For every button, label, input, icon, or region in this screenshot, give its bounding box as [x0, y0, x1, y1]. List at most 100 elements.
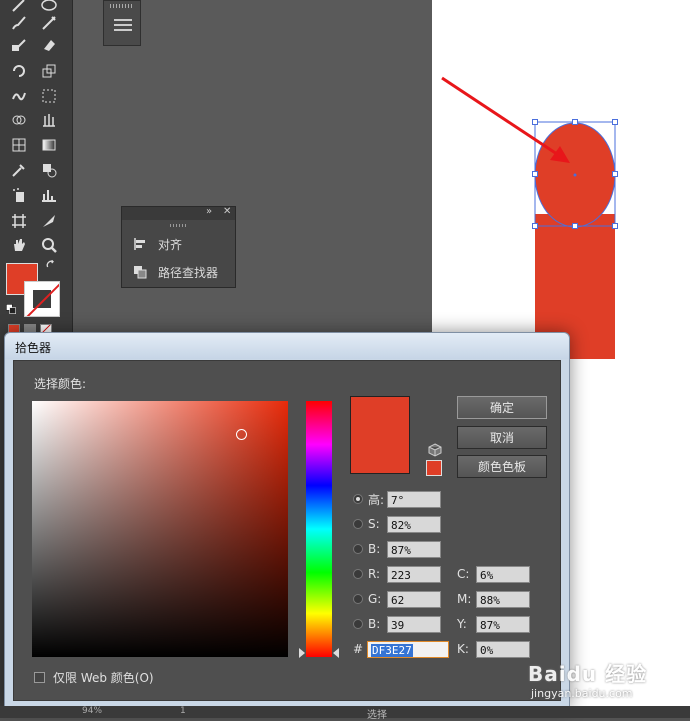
blob-brush-icon [12, 39, 26, 51]
panel-item-pathfinder[interactable]: 路径查找器 [132, 263, 218, 281]
watermark-url: jingyan.baidu.com [531, 687, 633, 700]
eyedropper-tool[interactable] [8, 159, 30, 181]
blob-brush-tool[interactable] [8, 34, 30, 56]
slice-icon [43, 215, 55, 227]
hue-slider-handle-left[interactable] [299, 648, 305, 658]
rotate-tool[interactable] [8, 60, 30, 82]
rotate-icon [13, 65, 25, 77]
panel-item-label: 对齐 [158, 237, 183, 252]
hue-radio[interactable] [353, 494, 363, 504]
perspective-grid-tool[interactable] [38, 109, 60, 131]
eraser-tool[interactable] [38, 34, 60, 56]
hue-slider[interactable] [306, 401, 332, 657]
ok-button[interactable]: 确定 [457, 396, 547, 419]
cyan-input[interactable]: 6% [476, 565, 530, 583]
shape-builder-tool[interactable] [8, 109, 30, 131]
panel-grip[interactable] [170, 224, 188, 227]
selection-handle[interactable] [572, 223, 578, 229]
blue-label: B: [368, 617, 381, 631]
gradient-icon [42, 139, 56, 151]
brightness-input[interactable]: 87% [387, 540, 441, 558]
select-color-label: 选择颜色: [34, 377, 87, 391]
hex-field-row: # DF3E27 [353, 640, 449, 658]
cyan-label: C: [457, 567, 470, 581]
red-input[interactable]: 223 [387, 565, 441, 583]
panel-grip[interactable] [110, 4, 134, 8]
hue-field-row: 高: 7° [353, 490, 441, 508]
align-pathfinder-panel: » ✕ 对齐 路径查找器 [121, 206, 236, 288]
selection-handle[interactable] [572, 119, 578, 125]
selection-handle[interactable] [612, 223, 618, 229]
dialog-title: 拾色器 [15, 341, 52, 355]
hand-icon [14, 239, 25, 251]
free-transform-tool[interactable] [38, 85, 60, 107]
saturation-input[interactable]: 82% [387, 515, 441, 533]
yellow-input[interactable]: 87% [476, 615, 530, 633]
red-field-row: R: 223 [353, 565, 441, 583]
green-radio[interactable] [353, 594, 363, 604]
panel-item-align[interactable]: 对齐 [132, 235, 182, 253]
collapse-panel-icon[interactable]: » [206, 206, 212, 217]
color-marker[interactable] [236, 428, 248, 440]
stroke-color-swatch[interactable] [24, 281, 60, 317]
saturation-brightness-field[interactable] [32, 401, 288, 657]
gamut-color-swatch[interactable] [426, 460, 442, 476]
selection-handle[interactable] [612, 171, 618, 177]
close-panel-icon[interactable]: ✕ [223, 206, 231, 217]
web-colors-only-option[interactable]: 仅限 Web 颜色(O) [34, 669, 154, 686]
default-colors-icon-glyph [5, 304, 16, 314]
hue-input[interactable]: 7° [387, 490, 441, 508]
artboard-tool[interactable] [8, 210, 30, 232]
mesh-tool[interactable] [8, 134, 30, 156]
panel-header[interactable]: » ✕ [122, 206, 235, 220]
swap-icon [46, 259, 54, 268]
artboard-number[interactable]: 1 [180, 706, 186, 716]
slice-tool[interactable] [38, 210, 60, 232]
yellow-label: Y: [457, 617, 467, 631]
selection-handle[interactable] [532, 119, 538, 125]
collapsed-panel[interactable] [103, 0, 141, 46]
brightness-radio[interactable] [353, 544, 363, 554]
swap-fill-stroke-icon[interactable] [44, 258, 58, 272]
paintbrush-tool[interactable] [8, 12, 30, 34]
shape-builder-icon [12, 115, 26, 125]
hex-input[interactable]: DF3E27 [367, 640, 449, 658]
blue-input[interactable]: 39 [387, 615, 441, 633]
brightness-label: B: [368, 542, 381, 556]
hue-slider-handle-right[interactable] [333, 648, 339, 658]
cancel-button[interactable]: 取消 [457, 426, 547, 449]
warp-tool[interactable] [8, 85, 30, 107]
selection-handle[interactable] [532, 171, 538, 177]
column-graph-tool[interactable] [38, 184, 60, 206]
black-label: K: [457, 642, 469, 656]
zoom-level[interactable]: 94% [82, 706, 102, 716]
symbol-sprayer-tool[interactable] [8, 184, 30, 206]
gradient-tool[interactable] [38, 134, 60, 156]
web-colors-label: 仅限 Web 颜色(O) [53, 671, 154, 685]
red-radio[interactable] [353, 569, 363, 579]
warp-icon [12, 92, 26, 101]
color-swatches-button[interactable]: 颜色色板 [457, 455, 547, 478]
hand-tool[interactable] [8, 234, 30, 256]
selection-handle[interactable] [532, 223, 538, 229]
panel-menu-icon[interactable] [114, 19, 132, 34]
cube-icon[interactable] [428, 443, 442, 457]
blue-radio[interactable] [353, 619, 363, 629]
web-colors-checkbox[interactable] [34, 672, 45, 683]
dialog-titlebar[interactable]: 拾色器 [5, 333, 569, 359]
pencil2-tool[interactable] [38, 12, 60, 34]
eyedropper-icon [12, 164, 25, 177]
artboard-icon [12, 214, 26, 228]
zoom-tool[interactable] [38, 234, 60, 256]
black-input[interactable]: 0% [476, 640, 530, 658]
scale-tool[interactable] [38, 60, 60, 82]
default-colors-icon[interactable] [4, 302, 18, 316]
color-preview-swatch [350, 396, 410, 474]
green-input[interactable]: 62 [387, 590, 441, 608]
saturation-radio[interactable] [353, 519, 363, 529]
magenta-field-row: M: 88% [457, 590, 530, 608]
magenta-input[interactable]: 88% [476, 590, 530, 608]
status-bar: 94% 1 选择 [0, 706, 690, 721]
selection-handle[interactable] [612, 119, 618, 125]
blend-tool[interactable] [38, 159, 60, 181]
